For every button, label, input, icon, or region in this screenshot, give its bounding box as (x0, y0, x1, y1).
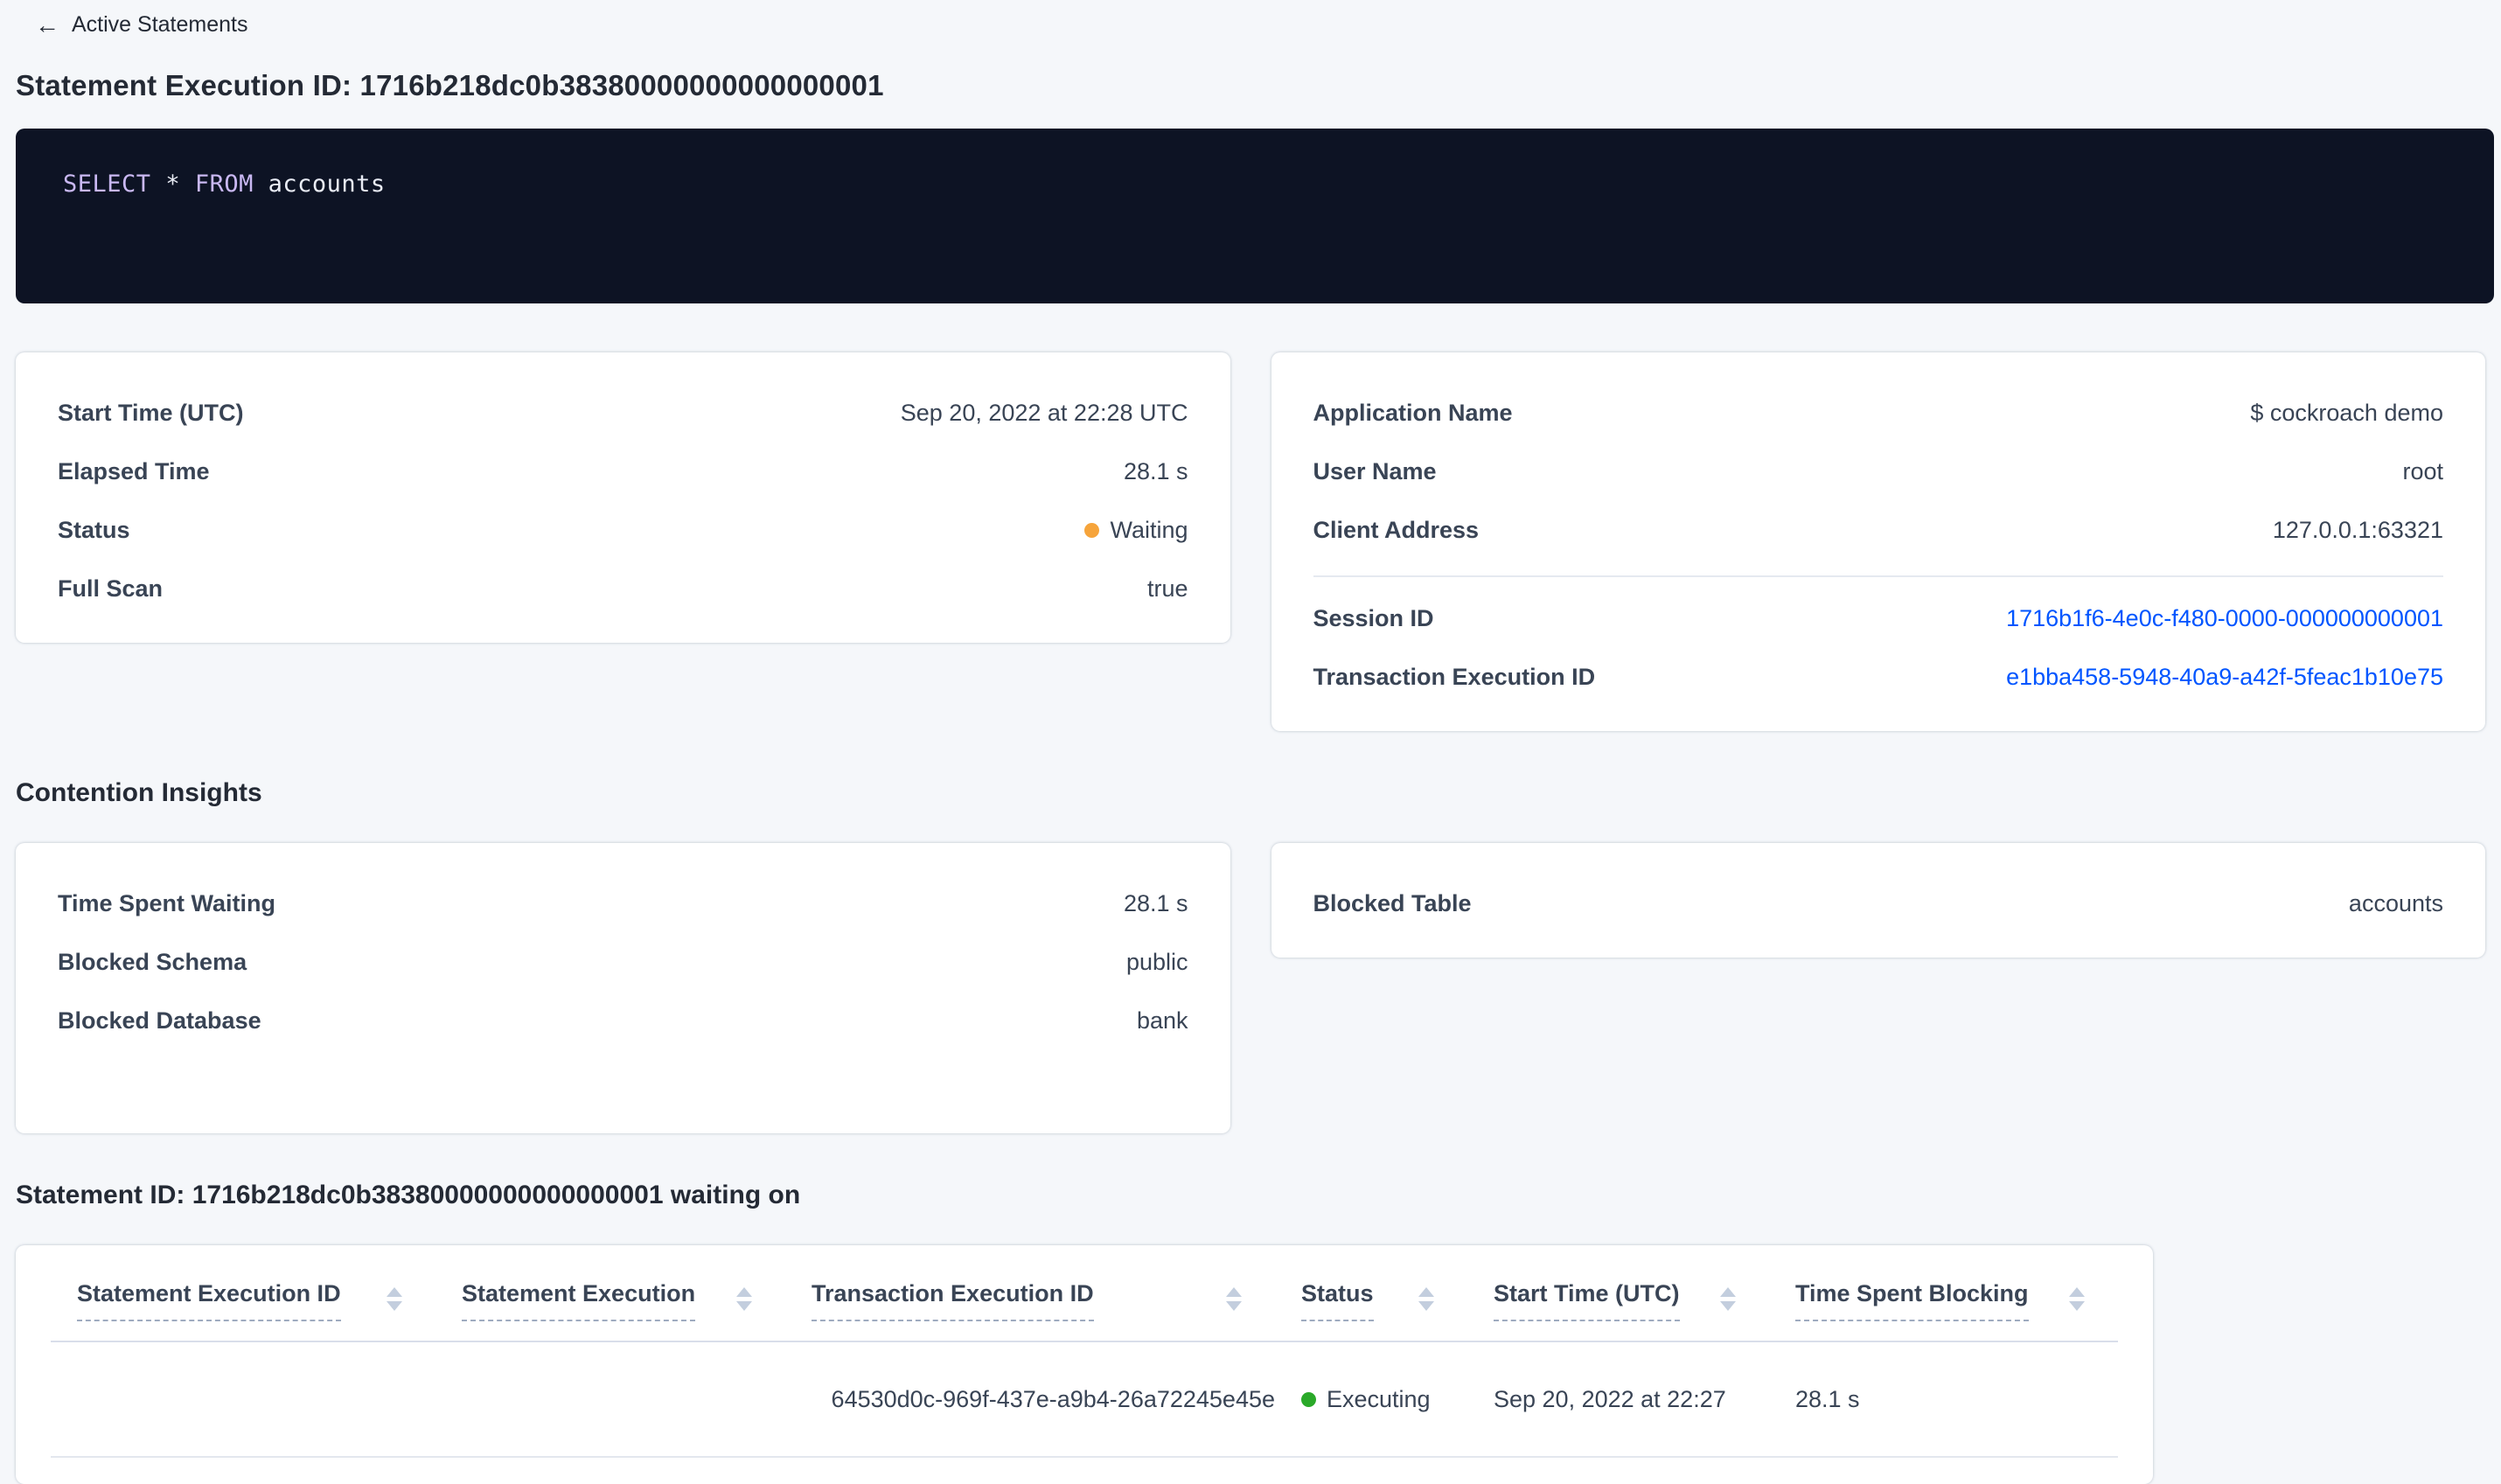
info-label: Application Name (1313, 400, 1513, 426)
overview-cards-row: Start Time (UTC) Sep 20, 2022 at 22:28 U… (16, 352, 2485, 731)
status-badge: Waiting (1084, 517, 1188, 544)
info-value: 28.1 s (1123, 890, 1188, 916)
info-row-session-id: Session ID 1716b1f6-4e0c-f480-0000-00000… (1313, 589, 2444, 648)
info-row-time-spent-waiting: Time Spent Waiting 28.1 s (58, 874, 1188, 933)
sql-keyword: SELECT (63, 171, 151, 198)
info-label: Transaction Execution ID (1313, 664, 1596, 690)
sort-icon[interactable] (1418, 1287, 1434, 1311)
info-label: Start Time (UTC) (58, 400, 244, 426)
info-label: Elapsed Time (58, 458, 210, 484)
contention-card-right: Blocked Table accounts (1271, 843, 2485, 958)
column-label[interactable]: Start Time (UTC) (1494, 1280, 1680, 1321)
info-row-full-scan: Full Scan true (58, 560, 1188, 618)
column-header-status[interactable]: Status (1275, 1245, 1467, 1342)
column-label[interactable]: Statement Execution ID (77, 1280, 341, 1321)
info-row-transaction-execution-id: Transaction Execution ID e1bba458-5948-4… (1313, 648, 2444, 707)
column-header-time-spent-blocking[interactable]: Time Spent Blocking (1769, 1245, 2118, 1342)
cell-transaction-execution-id: 64530d0c-969f-437e-a9b4-26a72245e45e (785, 1341, 1275, 1458)
page-title: Statement Execution ID: 1716b218dc0b3838… (16, 69, 884, 101)
info-row-elapsed-time: Elapsed Time 28.1 s (58, 442, 1188, 501)
info-label: Blocked Database (58, 1007, 261, 1034)
info-value: $ cockroach demo (2250, 400, 2443, 426)
column-label[interactable]: Transaction Execution ID (812, 1280, 1094, 1321)
info-row-start-time: Start Time (UTC) Sep 20, 2022 at 22:28 U… (58, 384, 1188, 442)
info-value: bank (1136, 1007, 1188, 1034)
info-label: Blocked Schema (58, 949, 247, 975)
section-heading-contention-insights: Contention Insights (16, 778, 262, 807)
info-label: User Name (1313, 458, 1437, 484)
info-label: Time Spent Waiting (58, 890, 276, 916)
sql-table-name: accounts (268, 171, 386, 198)
sql-keyword: FROM (194, 171, 254, 198)
info-value: accounts (2348, 890, 2443, 916)
column-label[interactable]: Status (1301, 1280, 1374, 1321)
status-waiting-dot-icon (1084, 523, 1100, 538)
column-label[interactable]: Time Spent Blocking (1795, 1280, 2029, 1321)
sql-statement-box: SELECT * FROM accounts (16, 129, 2494, 303)
statement-execution-page: ← Active Statements Statement Execution … (0, 0, 2501, 1484)
waiting-statements-table: Statement Execution ID Statement Executi… (51, 1245, 2118, 1458)
info-label: Client Address (1313, 517, 1480, 543)
info-value: 127.0.0.1:63321 (2272, 517, 2443, 543)
info-value: Sep 20, 2022 at 22:28 UTC (900, 400, 1188, 426)
cell-statement-execution-id (51, 1341, 435, 1458)
waiting-statements-table-card: Statement Execution ID Statement Executi… (16, 1245, 2153, 1484)
info-row-client-address: Client Address 127.0.0.1:63321 (1313, 501, 2444, 560)
column-header-start-time[interactable]: Start Time (UTC) (1467, 1245, 1769, 1342)
info-row-user-name: User Name root (1313, 442, 2444, 501)
info-row-blocked-schema: Blocked Schema public (58, 933, 1188, 992)
info-label: Session ID (1313, 605, 1434, 631)
waiting-on-heading: Statement ID: 1716b218dc0b38380000000000… (16, 1181, 801, 1209)
transaction-execution-id-link[interactable]: e1bba458-5948-40a9-a42f-5feac1b10e75 (2006, 664, 2443, 691)
back-link-label: Active Statements (72, 12, 248, 37)
back-link[interactable]: ← Active Statements (16, 7, 2485, 38)
sort-icon[interactable] (2069, 1287, 2085, 1311)
card-divider (1313, 575, 2443, 577)
cell-time-spent-blocking: 28.1 s (1769, 1341, 2118, 1458)
info-row-blocked-database: Blocked Database bank (58, 992, 1188, 1050)
overview-card-right: Application Name $ cockroach demo User N… (1271, 352, 2485, 731)
info-value: 28.1 s (1123, 458, 1188, 484)
info-label: Full Scan (58, 575, 164, 602)
sort-icon[interactable] (736, 1287, 752, 1311)
contention-card-left: Time Spent Waiting 28.1 s Blocked Schema… (16, 843, 1230, 1133)
info-row-application-name: Application Name $ cockroach demo (1313, 384, 2444, 442)
status-text: Executing (1327, 1385, 1431, 1412)
table-row: 64530d0c-969f-437e-a9b4-26a72245e45e Exe… (51, 1341, 2118, 1458)
info-row-status: Status Waiting (58, 501, 1188, 560)
column-header-statement-execution-id[interactable]: Statement Execution ID (51, 1245, 435, 1342)
info-value: true (1146, 575, 1188, 602)
column-label[interactable]: Statement Execution (462, 1280, 696, 1321)
contention-cards-row: Time Spent Waiting 28.1 s Blocked Schema… (16, 843, 2485, 1133)
overview-card-left: Start Time (UTC) Sep 20, 2022 at 22:28 U… (16, 352, 1230, 643)
column-header-transaction-execution-id[interactable]: Transaction Execution ID (785, 1245, 1275, 1342)
info-row-blocked-table: Blocked Table accounts (1313, 874, 2444, 933)
sql-operator: * (165, 171, 181, 198)
sort-icon[interactable] (1720, 1287, 1736, 1311)
status-text: Waiting (1110, 517, 1188, 543)
session-id-link[interactable]: 1716b1f6-4e0c-f480-0000-000000000001 (2006, 605, 2443, 632)
info-value: public (1125, 949, 1188, 975)
cell-status: Executing (1275, 1341, 1467, 1458)
info-label: Status (58, 517, 130, 543)
status-executing-dot-icon (1301, 1391, 1316, 1407)
back-arrow-icon: ← (35, 10, 59, 38)
status-badge: Executing (1301, 1386, 1431, 1413)
sort-icon[interactable] (1226, 1287, 1242, 1311)
table-header-row: Statement Execution ID Statement Executi… (51, 1245, 2118, 1342)
info-label: Blocked Table (1313, 890, 1472, 916)
info-value: root (2402, 458, 2443, 484)
sort-icon[interactable] (387, 1287, 402, 1311)
column-header-statement-execution[interactable]: Statement Execution (435, 1245, 785, 1342)
cell-start-time: Sep 20, 2022 at 22:27 (1467, 1341, 1769, 1458)
cell-statement-execution (435, 1341, 785, 1458)
